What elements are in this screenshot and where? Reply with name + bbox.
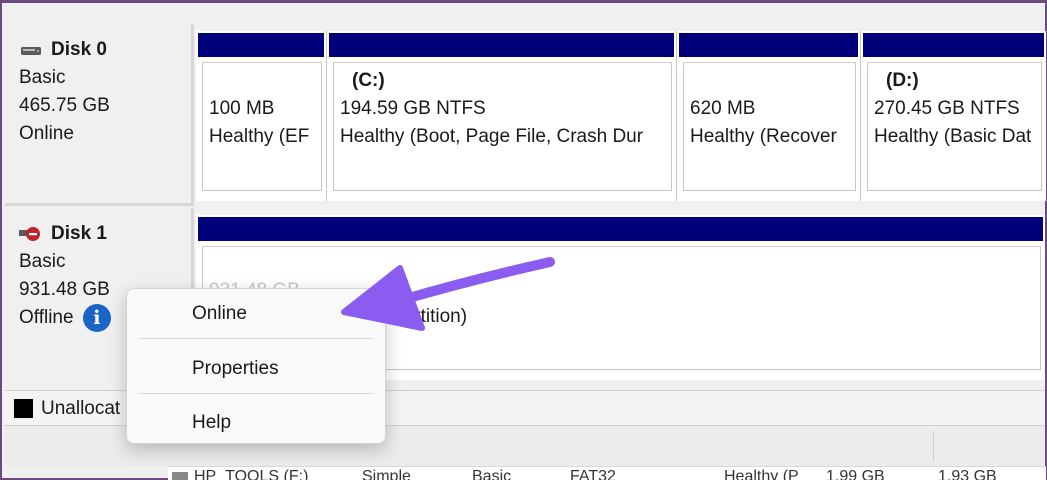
volume-free: 1.93 GB (938, 468, 997, 480)
disk-drive-icon (19, 41, 43, 59)
partition-drive: (C:) (352, 70, 385, 91)
disk-0-type: Basic (19, 67, 66, 88)
partition-body: 620 MB Healthy (Recover (683, 62, 856, 191)
disk-0-title: Disk 0 (19, 36, 191, 64)
disk-0-status: Online (19, 123, 74, 144)
partition-recovery[interactable]: 620 MB Healthy (Recover (677, 31, 861, 201)
volume-icon (172, 472, 188, 480)
disk-0-label[interactable]: Disk 0 Basic 465.75 GB Online (5, 24, 194, 206)
menu-separator (139, 393, 373, 394)
volume-layout: Simple (362, 468, 411, 480)
partition-bar (679, 33, 858, 57)
disk-1-status: Offline (19, 307, 74, 329)
partition-size: 100 MB (209, 98, 275, 119)
partition-c[interactable]: (C:) 194.59 GB NTFS Healthy (Boot, Page … (327, 31, 677, 201)
partition-status: Healthy (EF (209, 126, 310, 147)
annotation-arrow-icon (341, 257, 555, 331)
partition-status: Healthy (Boot, Page File, Crash Dur (340, 126, 644, 147)
partition-bar (863, 33, 1044, 57)
partition-size: 270.45 GB NTFS (874, 98, 1020, 119)
disk-0-size: 465.75 GB (19, 95, 110, 116)
menu-item-properties[interactable]: Properties (131, 346, 381, 392)
unallocated-swatch (14, 399, 33, 418)
partition-drive (690, 67, 855, 95)
partition-bar (329, 33, 674, 57)
partition-size: 194.59 GB NTFS (340, 98, 486, 119)
disk-0-name: Disk 0 (51, 39, 107, 60)
volume-status: Healthy (P (724, 468, 799, 480)
partition-body: 100 MB Healthy (EF (202, 62, 322, 191)
partition-body: (C:) 194.59 GB NTFS Healthy (Boot, Page … (333, 62, 672, 191)
legend-unallocated-label: Unallocat (41, 398, 121, 419)
info-icon[interactable]: i (82, 304, 111, 332)
menu-item-help[interactable]: Help (131, 400, 381, 446)
partition-drive (209, 67, 321, 95)
volume-file-system: FAT32 (570, 468, 616, 480)
disk-0-partitions: 100 MB Healthy (EF (C:) 194.59 GB NTFS H… (196, 31, 1046, 201)
partition-bar (198, 217, 1043, 241)
partition-size: 620 MB (690, 98, 756, 119)
disk-1-title: Disk 1 (19, 220, 191, 248)
disk-1-name: Disk 1 (51, 223, 107, 244)
partition-bar (198, 33, 324, 57)
volume-list-row[interactable]: HP_TOOLS (F:) Simple Basic FAT32 Healthy… (168, 466, 1046, 480)
partition-body: (D:) 270.45 GB NTFS Healthy (Basic Dat (867, 62, 1042, 191)
status-bar-separator (933, 431, 934, 461)
volume-name: HP_TOOLS (F:) (194, 468, 309, 480)
disk-1-type: Basic (19, 251, 66, 272)
offline-disk-icon (19, 225, 43, 243)
partition-drive: (D:) (886, 70, 919, 91)
volume-capacity: 1.99 GB (826, 468, 885, 480)
partition-status: Healthy (Recover (690, 126, 837, 147)
partition-status: Healthy (Basic Dat (874, 126, 1032, 147)
partition-efi[interactable]: 100 MB Healthy (EF (196, 31, 327, 201)
volume-type: Basic (472, 468, 512, 480)
partition-d[interactable]: (D:) 270.45 GB NTFS Healthy (Basic Dat (861, 31, 1046, 201)
